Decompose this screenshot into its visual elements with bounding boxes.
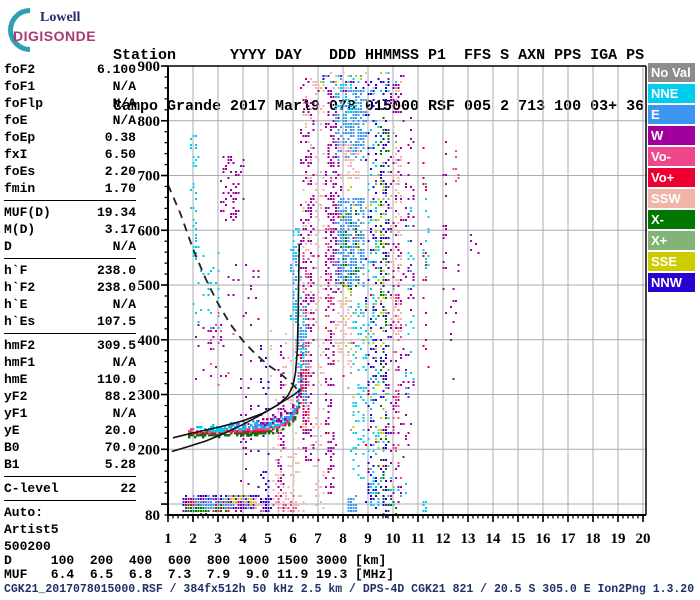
legend-item-no-val: No Val [648,63,695,82]
svg-text:1: 1 [164,531,172,547]
svg-text:2: 2 [189,531,197,547]
svg-text:4: 4 [239,531,247,547]
svg-text:700: 700 [138,169,161,185]
svg-text:200: 200 [138,442,161,458]
svg-text:17: 17 [561,531,577,547]
x-axis-ticks [167,515,644,522]
svg-text:13: 13 [461,531,476,547]
svg-text:7: 7 [314,531,322,547]
svg-text:600: 600 [138,223,161,239]
x-axis-labels: 1 2 3 4 5 6 7 8 9 10 11 12 13 14 15 16 17 18 19 20 [164,531,650,547]
svg-text:9: 9 [364,531,372,547]
echo-points-layer [182,72,480,518]
svg-text:5: 5 [264,531,272,547]
y-axis-ticks [161,65,168,516]
y-axis-labels: 900 800 700 600 500 400 300 200 80 [138,59,161,524]
svg-text:500: 500 [138,278,161,294]
legend-item-x+: X+ [648,231,695,250]
svg-text:18: 18 [586,531,601,547]
ionogram-plot: 900800700600500400300200801 2 3 4 5 6 7 8 9 10 11 1… [138,59,651,547]
ionogram-screen: Lowell DIGISONDE Station YYYY DAY DDD HH… [0,0,700,600]
svg-text:16: 16 [536,531,552,547]
legend-item-vo+: Vo+ [648,168,695,187]
svg-text:20: 20 [636,531,651,547]
legend-item-nnw: NNW [648,273,695,292]
svg-text:15: 15 [511,531,526,547]
legend-item-x-: X- [648,210,695,229]
grid-layer [168,66,646,515]
svg-text:3: 3 [214,531,222,547]
muf-distance-row: D 100 200 400 600 800 1000 1500 3000 [km… [4,553,387,568]
svg-text:6: 6 [289,531,297,547]
svg-text:8: 8 [339,531,347,547]
svg-text:800: 800 [138,114,161,130]
direction-color-legend: No Val NNE E W Vo- Vo+ SSW X- X+ SSE NNW [648,63,696,294]
file-info-line: CGK21_2017078015000.RSF / 384fx512h 50 k… [4,583,695,596]
svg-text:80: 80 [145,508,160,524]
svg-text:900: 900 [138,59,161,75]
legend-item-w: W [648,126,695,145]
legend-item-nne: NNE [648,84,695,103]
plot-frame [167,65,647,516]
legend-item-ssw: SSW [648,189,695,208]
svg-text:12: 12 [436,531,451,547]
svg-text:10: 10 [386,531,401,547]
svg-text:11: 11 [411,531,425,547]
svg-text:300: 300 [138,388,161,404]
legend-item-e: E [648,105,695,124]
svg-text:400: 400 [138,333,161,349]
svg-text:14: 14 [486,531,502,547]
legend-item-sse: SSE [648,252,695,271]
svg-text:19: 19 [611,531,626,547]
muf-frequency-row: MUF 6.4 6.5 6.8 7.3 7.9 9.0 11.9 19.3 [M… [4,567,395,582]
legend-item-vo-: Vo- [648,147,695,166]
muf-dashed-curve [167,184,303,396]
